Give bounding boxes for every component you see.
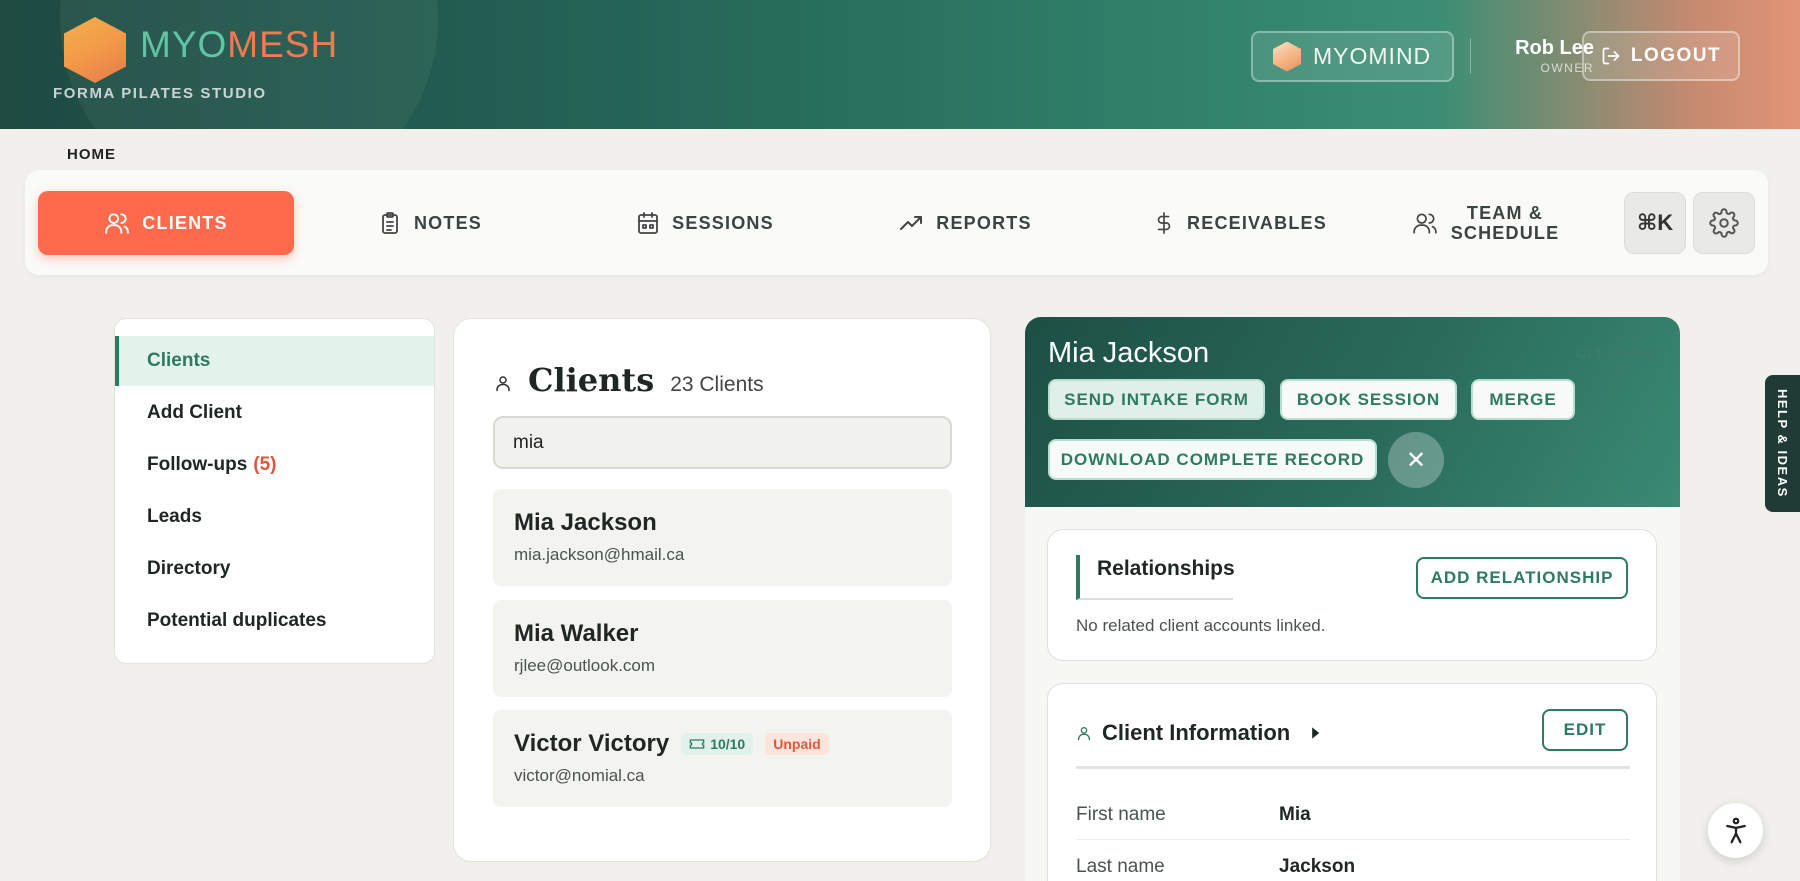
subnav-item-leads[interactable]: Leads bbox=[115, 492, 434, 542]
client-list-item[interactable]: Victor Victory 10/10 Unpaid victor@nomia… bbox=[493, 710, 952, 807]
field-label: First name bbox=[1076, 803, 1166, 825]
client-email: victor@nomial.ca bbox=[514, 766, 645, 785]
tab-team-label: TEAM & SCHEDULE bbox=[1451, 203, 1560, 243]
tab-clients-label: CLIENTS bbox=[142, 212, 228, 233]
subnav-item-add-client[interactable]: Add Client bbox=[115, 388, 434, 438]
close-detail-button[interactable]: ✕ bbox=[1388, 432, 1444, 488]
info-row-first-name: First name Mia bbox=[1076, 790, 1630, 840]
client-name: Mia Walker bbox=[514, 620, 639, 647]
command-palette-button[interactable]: ⌘K bbox=[1624, 192, 1686, 254]
calendar-icon bbox=[638, 212, 659, 234]
field-value: Jackson bbox=[1279, 856, 1356, 877]
tab-reports[interactable]: REPORTS bbox=[860, 191, 1070, 255]
user-icon bbox=[1078, 727, 1090, 741]
divider bbox=[1076, 766, 1630, 769]
tab-reports-label: REPORTS bbox=[936, 212, 1032, 233]
close-icon: ✕ bbox=[1405, 446, 1427, 474]
logout-icon bbox=[1602, 47, 1620, 65]
client-detail-body: Relationships ADD RELATIONSHIP No relate… bbox=[1025, 507, 1680, 881]
client-detail-name: Mia Jackson bbox=[1048, 337, 1210, 369]
trending-up-icon bbox=[900, 216, 923, 230]
ticket-icon bbox=[689, 739, 705, 749]
edit-client-info-button[interactable]: EDIT bbox=[1542, 709, 1628, 751]
tab-notes[interactable]: NOTES bbox=[330, 191, 530, 255]
app-header: MYOMESH FORMA PILATES STUDIO MYOMIND Rob… bbox=[0, 0, 1800, 129]
logout-button[interactable]: LOGOUT bbox=[1582, 31, 1740, 81]
clipboard-icon bbox=[382, 212, 398, 234]
follow-ups-count-badge: (5) bbox=[253, 454, 277, 475]
accessibility-icon bbox=[1725, 817, 1746, 843]
pass-badge: 10/10 bbox=[681, 733, 754, 755]
tab-receivables[interactable]: RECEIVABLES bbox=[1130, 191, 1350, 255]
tab-notes-label: NOTES bbox=[413, 212, 482, 233]
subnav-follow-ups-label: Follow-ups bbox=[147, 454, 248, 475]
relationships-empty-text: No related client accounts linked. bbox=[1076, 616, 1326, 635]
logout-label: LOGOUT bbox=[1630, 45, 1722, 66]
dollar-icon bbox=[1157, 212, 1171, 234]
client-email: mia.jackson@hmail.ca bbox=[514, 545, 685, 564]
client-information-title: Client Information bbox=[1102, 720, 1291, 745]
subnav-item-follow-ups[interactable]: Follow-ups (5) bbox=[115, 440, 434, 490]
send-intake-form-button[interactable]: SEND INTAKE FORM bbox=[1048, 379, 1265, 420]
myomind-button[interactable]: MYOMIND bbox=[1251, 31, 1454, 82]
client-name-row: Mia Jackson bbox=[514, 509, 931, 537]
tab-team-schedule[interactable]: TEAM & SCHEDULE bbox=[1380, 191, 1590, 255]
field-value: Mia bbox=[1279, 803, 1311, 825]
team-icon bbox=[1412, 213, 1437, 234]
relationships-card: Relationships ADD RELATIONSHIP No relate… bbox=[1047, 529, 1657, 661]
myomind-hexagon-icon bbox=[1273, 41, 1301, 72]
book-session-button[interactable]: BOOK SESSION bbox=[1280, 379, 1457, 420]
main-nav: CLIENTS NOTES SESSIONS REPORTS RECEIVABL… bbox=[25, 170, 1768, 275]
info-row-last-name: Last name Jackson bbox=[1076, 842, 1630, 881]
add-relationship-button[interactable]: ADD RELATIONSHIP bbox=[1416, 557, 1628, 599]
tab-clients[interactable]: CLIENTS bbox=[38, 191, 294, 255]
relationships-title: Relationships bbox=[1076, 555, 1235, 600]
help-ideas-label: HELP & IDEAS bbox=[1775, 389, 1790, 498]
download-record-button[interactable]: DOWNLOAD COMPLETE RECORD bbox=[1048, 439, 1377, 480]
field-label: Last name bbox=[1076, 856, 1165, 877]
tab-sessions-label: SESSIONS bbox=[672, 212, 774, 233]
tab-team-label-line2: SCHEDULE bbox=[1450, 223, 1560, 243]
unpaid-badge: Unpaid bbox=[765, 733, 829, 755]
logo-text-part2: MESH bbox=[227, 24, 339, 65]
subnav-item-potential-duplicates[interactable]: Potential duplicates bbox=[115, 596, 434, 646]
client-id: CLT-004869 bbox=[1576, 345, 1658, 361]
app-logo[interactable]: MYOMESH bbox=[140, 24, 338, 66]
client-detail-header: Mia Jackson CLT-004869 SEND INTAKE FORM … bbox=[1025, 317, 1680, 507]
client-list-panel: Clients 23 Clients Mia Jackson mia.jacks… bbox=[453, 318, 991, 862]
client-search-input[interactable] bbox=[493, 416, 952, 469]
header-divider bbox=[1470, 38, 1471, 74]
pass-badge-label: 10/10 bbox=[710, 736, 746, 752]
gear-icon bbox=[1709, 208, 1739, 238]
client-list-item[interactable]: Mia Jackson mia.jackson@hmail.ca bbox=[493, 489, 952, 586]
accessibility-button[interactable] bbox=[1708, 803, 1763, 858]
settings-button[interactable] bbox=[1693, 192, 1755, 254]
merge-button[interactable]: MERGE bbox=[1471, 379, 1575, 420]
client-email: rjlee@outlook.com bbox=[514, 656, 656, 675]
client-information-header[interactable]: Client Information bbox=[1076, 720, 1322, 746]
tab-team-label-line1: TEAM & bbox=[1466, 203, 1544, 223]
client-list-title: Clients bbox=[528, 361, 655, 399]
subnav-item-clients[interactable]: Clients bbox=[115, 336, 434, 386]
studio-name: FORMA PILATES STUDIO bbox=[53, 85, 267, 102]
client-name-row: Mia Walker bbox=[514, 620, 931, 648]
breadcrumb[interactable]: HOME bbox=[67, 146, 116, 163]
client-list-item[interactable]: Mia Walker rjlee@outlook.com bbox=[493, 600, 952, 697]
caret-right-icon bbox=[1312, 727, 1320, 739]
client-name: Victor Victory bbox=[514, 730, 670, 757]
client-information-card: Client Information EDIT First name Mia L… bbox=[1047, 683, 1657, 881]
logo-text-part1: MYO bbox=[140, 24, 228, 65]
client-name-row: Victor Victory 10/10 Unpaid bbox=[514, 730, 931, 758]
user-icon bbox=[496, 376, 510, 392]
client-list-header: Clients 23 Clients bbox=[494, 361, 764, 399]
clients-subnav: Clients Add Client Follow-ups (5) Leads … bbox=[114, 318, 435, 664]
subnav-item-directory[interactable]: Directory bbox=[115, 544, 434, 594]
tab-sessions[interactable]: SESSIONS bbox=[595, 191, 815, 255]
tab-receivables-label: RECEIVABLES bbox=[1187, 212, 1327, 233]
client-name: Mia Jackson bbox=[514, 509, 657, 536]
help-ideas-tab[interactable]: HELP & IDEAS bbox=[1765, 375, 1800, 512]
myomind-label: MYOMIND bbox=[1313, 43, 1432, 69]
users-icon bbox=[105, 213, 130, 234]
client-count: 23 Clients bbox=[670, 373, 764, 396]
